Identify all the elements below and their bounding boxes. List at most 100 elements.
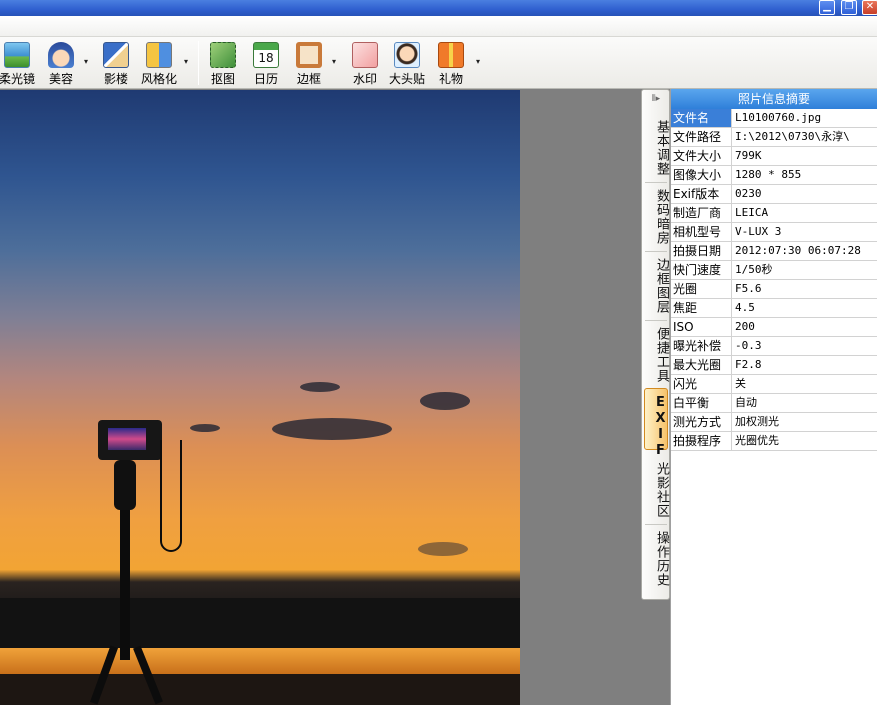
table-row[interactable]: 拍摄程序 光圈优先 [671, 432, 877, 451]
photo-sticker-button[interactable]: 大头贴 [386, 40, 428, 86]
minimize-button[interactable]: ▁ [819, 0, 835, 15]
beauty-face-icon [48, 42, 74, 68]
photo-canvas[interactable] [0, 90, 520, 705]
table-row[interactable]: 相机型号 V-LUX 3 [671, 223, 877, 242]
exif-key: 文件路径 [671, 128, 732, 146]
beauty-dropdown-icon[interactable]: ▾ [84, 57, 92, 67]
tab-exif[interactable]: EXIF [644, 388, 668, 459]
close-icon: ✕ [865, 1, 875, 12]
exif-value: F5.6 [735, 282, 762, 295]
tab-quick-tools[interactable]: 便捷工具 [644, 325, 669, 385]
camera-strap [160, 440, 182, 552]
cloud-shape [300, 382, 340, 392]
exif-value: L10100760.jpg [735, 111, 822, 124]
studio-button[interactable]: 影楼 [100, 40, 132, 86]
tripod-head [114, 460, 136, 510]
watermark-button[interactable]: 水印 [348, 40, 382, 86]
studio-photo-icon [103, 42, 129, 68]
horizon-land [0, 598, 520, 648]
table-row[interactable]: 闪光关 [671, 375, 877, 394]
exif-value: 关 [735, 377, 746, 390]
tab-separator [645, 182, 667, 183]
table-row[interactable]: 制造厂商 LEICA [671, 204, 877, 223]
watermark-icon [352, 42, 378, 68]
side-tab-bar: ⫴▸ 基本调整 数码暗房 边框图层 便捷工具 EXIF 光影社区 操作历史 [641, 89, 670, 600]
water-reflection [0, 648, 520, 674]
table-row[interactable]: 最大光圈 F2.8 [671, 356, 877, 375]
exif-value: 200 [735, 320, 755, 333]
exif-key: 文件大小 [671, 147, 732, 165]
table-row[interactable]: 拍摄日期 2012:07:30 06:07:28 [671, 242, 877, 261]
exif-key: 拍摄程序 [671, 432, 732, 450]
exif-value: V-LUX 3 [735, 225, 782, 238]
tab-separator [645, 320, 667, 321]
tab-digital-darkroom[interactable]: 数码暗房 [644, 187, 669, 247]
exif-key: 焦距 [671, 299, 732, 317]
calendar-button[interactable]: 18 日历 [250, 40, 282, 86]
gift-dropdown-icon[interactable]: ▾ [476, 57, 484, 67]
exif-value: F2.8 [735, 358, 762, 371]
cloud-shape [418, 542, 468, 556]
stylize-icon [146, 42, 172, 68]
restore-icon: ❐ [844, 1, 854, 12]
cloud-shape [272, 418, 392, 440]
table-row[interactable]: 快门速度 1/50秒 [671, 261, 877, 280]
exif-key: 光圈 [671, 280, 732, 298]
camera-silhouette [98, 420, 162, 460]
table-row[interactable]: ISO 200 [671, 318, 877, 337]
exif-value: 4.5 [735, 301, 755, 314]
exif-key: 相机型号 [671, 223, 732, 241]
table-row[interactable]: 光圈 F5.6 [671, 280, 877, 299]
soft-light-lens-icon [4, 42, 30, 68]
stylize-dropdown-icon[interactable]: ▾ [184, 57, 192, 67]
cloud-shape [190, 424, 220, 432]
table-row[interactable]: 曝光补偿 -0.3 [671, 337, 877, 356]
exif-key: 测光方式 [671, 413, 732, 431]
stylize-button[interactable]: 风格化 [138, 40, 180, 86]
cutout-button[interactable]: 抠图 [206, 40, 240, 86]
panel-title: 照片信息摘要 [671, 89, 877, 109]
exif-value: I:\2012\0730\永淳\ [735, 130, 850, 143]
exif-value: 1/50秒 [735, 263, 773, 276]
cutout-icon [210, 42, 236, 68]
frame-dropdown-icon[interactable]: ▾ [332, 57, 340, 67]
table-row[interactable]: Exif版本 0230 [671, 185, 877, 204]
exif-panel: 照片信息摘要 文件名 L10100760.jpg 文件路径 I:\2012\0730\… [670, 89, 877, 705]
gift-button[interactable]: 礼物 [434, 40, 468, 86]
tripod-column [120, 510, 130, 660]
table-row[interactable]: 焦距 4.5 [671, 299, 877, 318]
panel-collapse-icon[interactable]: ⫴▸ [644, 92, 668, 106]
table-row[interactable]: 测光方式 加权测光 [671, 413, 877, 432]
soft-light-lens-button[interactable]: 柔光镜 [0, 40, 36, 86]
exif-key: 文件名 [671, 109, 732, 127]
close-button[interactable]: ✕ [862, 0, 877, 15]
exif-key: 闪光 [671, 375, 732, 393]
tab-basic-adjust[interactable]: 基本调整 [644, 118, 669, 178]
exif-key: Exif版本 [671, 185, 732, 203]
beauty-button[interactable]: 美容 [44, 40, 78, 86]
toolbar: 柔光镜 美容 ▾ 影楼 风格化 ▾ 抠图 18 日历 边框 ▾ 水印 大头贴 礼… [0, 37, 877, 89]
table-row[interactable]: 图像大小 1280 * 855 [671, 166, 877, 185]
exif-key: 曝光补偿 [671, 337, 732, 355]
exif-value: 加权测光 [735, 415, 779, 428]
exif-table: 文件名 L10100760.jpg 文件路径 I:\2012\0730\永淳\ 文件大小… [671, 109, 877, 451]
gift-icon [438, 42, 464, 68]
exif-value: LEICA [735, 206, 769, 219]
tab-separator [645, 251, 667, 252]
table-row[interactable]: 文件名 L10100760.jpg [671, 109, 877, 128]
restore-button[interactable]: ❐ [841, 0, 857, 15]
table-row[interactable]: 白平衡 自动 [671, 394, 877, 413]
table-row[interactable]: 文件路径 I:\2012\0730\永淳\ [671, 128, 877, 147]
exif-key: 图像大小 [671, 166, 732, 184]
frame-button[interactable]: 边框 [292, 40, 326, 86]
tab-operation-history[interactable]: 操作历史 [644, 529, 669, 589]
exif-value: 1280 * 855 [735, 168, 802, 181]
tab-light-community[interactable]: 光影社区 [644, 460, 669, 520]
frame-icon [296, 42, 322, 68]
exif-key: 制造厂商 [671, 204, 732, 222]
exif-key: 拍摄日期 [671, 242, 732, 260]
title-bar: ▁ ❐ ✕ [0, 0, 877, 16]
exif-value: -0.3 [735, 339, 762, 352]
tab-frame-layer[interactable]: 边框图层 [644, 256, 669, 316]
table-row[interactable]: 文件大小 799K [671, 147, 877, 166]
